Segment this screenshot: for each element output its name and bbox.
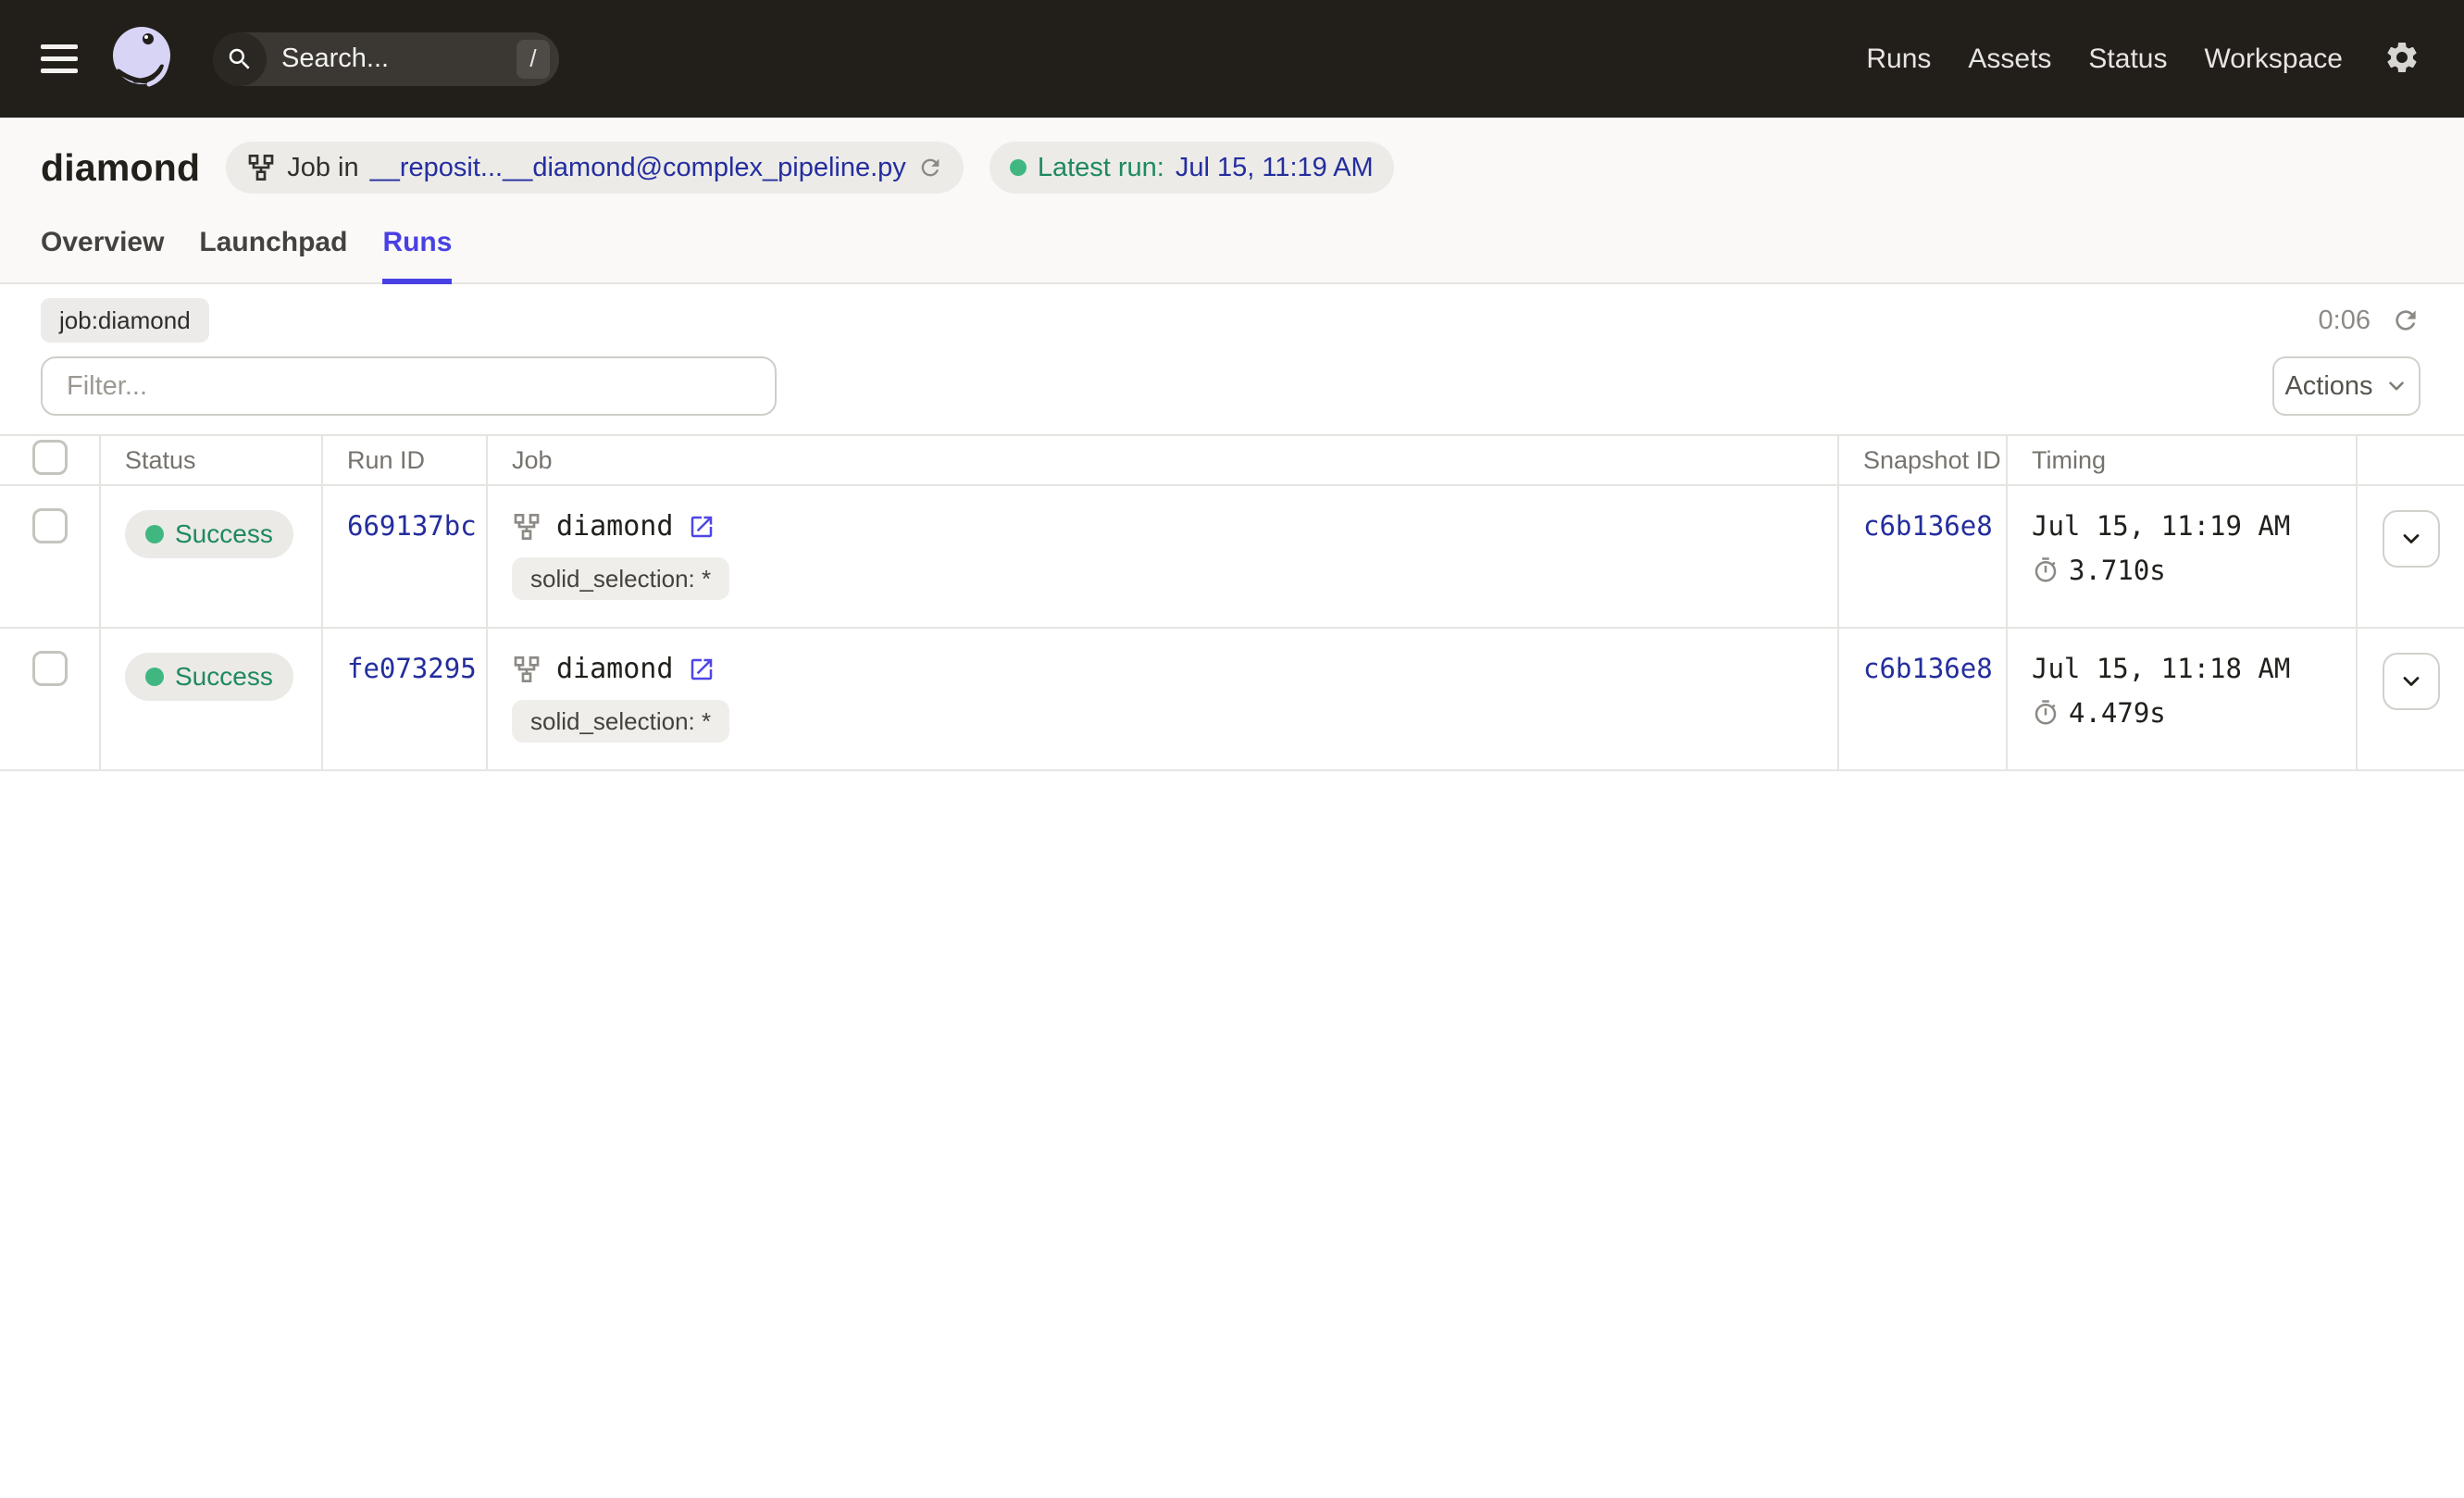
job-graph-icon <box>246 153 276 182</box>
table-row: Success 669137bc diamond solid_selection… <box>0 485 2464 629</box>
success-dot-icon <box>1009 159 1027 176</box>
refresh-icon[interactable] <box>2391 306 2420 335</box>
column-header-status: Status <box>100 435 323 486</box>
snapshot-id-link[interactable]: c6b136e8 <box>1863 510 1993 542</box>
chevron-down-icon <box>2398 526 2424 552</box>
auto-refresh-countdown: 0:06 <box>2318 305 2371 335</box>
search-input[interactable]: Search... / <box>213 31 559 86</box>
tab-bar: Overview Launchpad Runs <box>0 227 2464 284</box>
row-checkbox[interactable] <box>31 651 68 686</box>
table-row: Success fe073295 diamond solid_selection… <box>0 628 2464 771</box>
run-id-link[interactable]: fe073295 <box>347 653 477 684</box>
status-label: Success <box>175 662 273 691</box>
job-origin-prefix: Job in <box>287 152 359 182</box>
column-header-timing: Timing <box>2007 435 2358 486</box>
nav-workspace[interactable]: Workspace <box>2204 44 2343 75</box>
page-header: diamond Job in __reposit...__diamond@com… <box>0 118 2464 284</box>
run-duration: 4.479s <box>2069 697 2166 729</box>
job-graph-icon <box>512 512 541 542</box>
row-expand-button[interactable] <box>2382 653 2440 710</box>
row-expand-button[interactable] <box>2382 510 2440 568</box>
run-id-link[interactable]: 669137bc <box>347 510 477 542</box>
success-dot-icon <box>145 525 164 543</box>
column-header-snapshot-id: Snapshot ID <box>1838 435 2008 486</box>
page-title: diamond <box>41 145 201 189</box>
run-timestamp: Jul 15, 11:19 AM <box>2032 510 2291 542</box>
latest-run-badge: Latest run: Jul 15, 11:19 AM <box>989 142 1394 193</box>
job-name-link[interactable]: diamond <box>556 653 673 685</box>
latest-run-label: Latest run: <box>1037 152 1164 182</box>
status-badge: Success <box>125 653 293 701</box>
tab-runs[interactable]: Runs <box>382 227 453 284</box>
row-checkbox[interactable] <box>31 508 68 543</box>
column-header-job: Job <box>487 435 1839 486</box>
job-name-link[interactable]: diamond <box>556 510 673 543</box>
settings-gear-icon[interactable] <box>2383 39 2420 79</box>
chevron-down-icon <box>2384 374 2408 398</box>
stopwatch-icon <box>2032 699 2060 727</box>
nav-status[interactable]: Status <box>2088 44 2167 75</box>
column-header-run-id: Run ID <box>322 435 488 486</box>
run-timestamp: Jul 15, 11:18 AM <box>2032 653 2291 684</box>
runs-filter-input[interactable] <box>41 356 777 416</box>
actions-button[interactable]: Actions <box>2272 356 2420 416</box>
chevron-down-icon <box>2398 668 2424 694</box>
status-label: Success <box>175 519 273 548</box>
search-placeholder: Search... <box>281 44 390 73</box>
actions-button-label: Actions <box>2284 370 2373 401</box>
run-duration: 3.710s <box>2069 555 2166 586</box>
job-origin-badge: Job in __reposit...__diamond@complex_pip… <box>226 142 964 193</box>
job-graph-icon <box>512 655 541 684</box>
top-nav: Runs Assets Status Workspace <box>1866 44 2343 75</box>
search-icon <box>213 31 267 86</box>
table-header-row: Status Run ID Job Snapshot ID Timing <box>0 435 2464 486</box>
filter-token-job-diamond[interactable]: job:diamond <box>41 298 209 343</box>
runs-toolbar: job:diamond 0:06 Actions <box>0 284 2464 434</box>
nav-runs[interactable]: Runs <box>1866 44 1931 75</box>
status-badge: Success <box>125 510 293 558</box>
column-header-menu <box>2357 435 2464 486</box>
select-all-checkbox[interactable] <box>31 439 68 475</box>
stopwatch-icon <box>2032 556 2060 584</box>
dagster-logo[interactable] <box>107 23 180 95</box>
reload-repository-icon[interactable] <box>917 155 943 181</box>
success-dot-icon <box>145 668 164 686</box>
menu-icon[interactable] <box>41 44 78 73</box>
top-app-bar: Search... / Runs Assets Status Workspace <box>0 0 2464 118</box>
open-in-new-icon[interactable] <box>688 513 716 541</box>
runs-table: Status Run ID Job Snapshot ID Timing Suc… <box>0 434 2464 771</box>
tab-overview[interactable]: Overview <box>41 227 164 282</box>
job-origin-link[interactable]: __reposit...__diamond@complex_pipeline.p… <box>370 153 906 183</box>
solid-selection-tag[interactable]: solid_selection: * <box>512 700 730 743</box>
search-shortcut-key: / <box>516 39 550 79</box>
solid-selection-tag[interactable]: solid_selection: * <box>512 557 730 600</box>
tab-launchpad[interactable]: Launchpad <box>199 227 347 282</box>
nav-assets[interactable]: Assets <box>1968 44 2051 75</box>
snapshot-id-link[interactable]: c6b136e8 <box>1863 653 1993 684</box>
latest-run-time-link[interactable]: Jul 15, 11:19 AM <box>1176 153 1374 183</box>
open-in-new-icon[interactable] <box>688 655 716 683</box>
